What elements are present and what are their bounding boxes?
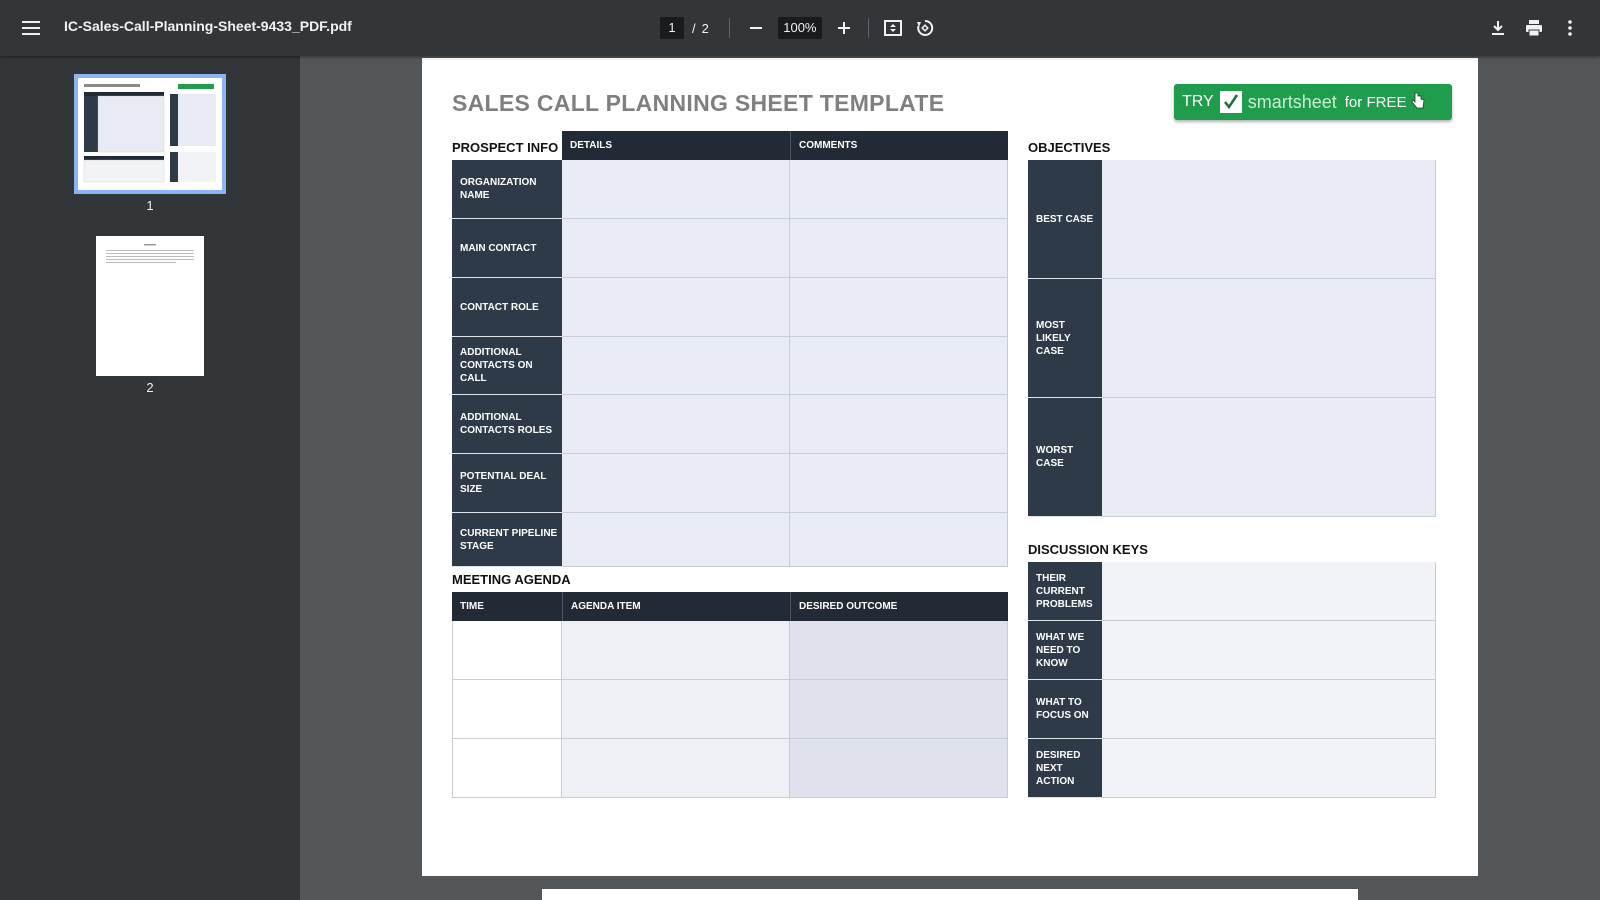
objectives-label: OBJECTIVES [1028,140,1111,155]
objective-row-label: BEST CASE [1028,160,1102,279]
prospect-row-label: ADDITIONAL CONTACTS ON CALL [452,337,562,395]
menu-icon[interactable] [18,16,44,40]
prospect-info-label: PROSPECT INFO [452,140,559,155]
details-cell[interactable] [562,513,790,567]
details-cell[interactable] [562,454,790,513]
thumbnail-label-1: 1 [146,198,154,213]
discussion-row-label: WHAT WE NEED TO KNOW [1028,621,1102,680]
comments-cell[interactable] [790,454,1008,513]
comments-cell[interactable] [790,219,1008,278]
page-thumbnail-1[interactable] [74,74,226,194]
discussion-row-label: DESIRED NEXT ACTION [1028,739,1102,798]
minus-icon[interactable] [744,16,768,40]
toolbar-actions [1486,16,1582,40]
page-separator: / [692,20,696,36]
discussion-cell[interactable] [1102,621,1436,680]
document-title: SALES CALL PLANNING SHEET TEMPLATE [452,90,945,116]
smartsheet-promo-button[interactable]: TRY smartsheet for FREE [1174,84,1452,120]
details-cell[interactable] [562,219,790,278]
pdf-page-2 [542,889,1358,900]
plus-icon[interactable] [832,16,856,40]
page-controls: 1 / 2 100% [660,16,937,40]
meeting-agenda-label: MEETING AGENDA [452,572,571,587]
fit-to-page-icon[interactable] [881,16,905,40]
more-vert-icon[interactable] [1558,16,1582,40]
agenda-outcome-cell[interactable] [790,621,1008,680]
cursor-hand-icon [1410,91,1426,114]
comments-cell[interactable] [790,513,1008,567]
agenda-time-cell[interactable] [452,621,562,680]
print-icon[interactable] [1522,16,1546,40]
prospect-row-label: POTENTIAL DEAL SIZE [452,454,562,513]
discussion-row-label: WHAT TO FOCUS ON [1028,680,1102,739]
objective-row-label: WORST CASE [1028,398,1102,517]
agenda-outcome-cell[interactable] [790,739,1008,798]
discussion-cell[interactable] [1102,562,1436,621]
time-header: TIME [452,592,562,621]
comments-header: COMMENTS [790,131,1008,160]
discussion-row-label: THEIR CURRENT PROBLEMS [1028,562,1102,621]
objective-cell[interactable] [1102,398,1436,517]
desired-outcome-header: DESIRED OUTCOME [790,592,1008,621]
page-total: 2 [701,20,709,36]
thumbnail-label-2: 2 [146,380,154,395]
comments-cell[interactable] [790,278,1008,337]
objective-cell[interactable] [1102,160,1436,279]
details-cell[interactable] [562,278,790,337]
discussion-cell[interactable] [1102,680,1436,739]
page-number-input[interactable]: 1 [660,17,684,39]
pdf-page-1: SALES CALL PLANNING SHEET TEMPLATE TRY s… [422,58,1478,876]
agenda-item-cell[interactable] [562,621,790,680]
pdf-toolbar: IC-Sales-Call-Planning-Sheet-9433_PDF.pd… [0,0,1600,56]
promo-brand-text: smartsheet [1247,91,1337,112]
comments-cell[interactable] [790,160,1008,219]
comments-cell[interactable] [790,395,1008,454]
rotate-icon[interactable] [913,16,937,40]
check-icon [1219,91,1242,113]
prospect-row-label: CURRENT PIPELINE STAGE [452,513,562,567]
objective-row-label: MOST LIKELY CASE [1028,279,1102,398]
file-name: IC-Sales-Call-Planning-Sheet-9433_PDF.pd… [64,18,352,34]
zoom-level-input[interactable]: 100% [777,17,822,39]
details-cell[interactable] [562,337,790,395]
discussion-cell[interactable] [1102,739,1436,798]
prospect-row-label: MAIN CONTACT [452,219,562,278]
agenda-item-header: AGENDA ITEM [562,592,790,621]
objective-cell[interactable] [1102,279,1436,398]
agenda-item-cell[interactable] [562,680,790,739]
promo-try-text: TRY [1182,93,1214,110]
download-icon[interactable] [1486,16,1510,40]
page-thumbnail-2[interactable] [96,236,204,376]
details-cell[interactable] [562,395,790,454]
toolbar-divider [728,18,730,38]
agenda-time-cell[interactable] [452,680,562,739]
details-cell[interactable] [562,160,790,219]
prospect-row-label: ORGANIZATION NAME [452,160,562,219]
thumbnail-sidebar: 1 2 [0,56,300,900]
prospect-row-label: CONTACT ROLE [452,278,562,337]
toolbar-divider [867,18,869,38]
agenda-outcome-cell[interactable] [790,680,1008,739]
comments-cell[interactable] [790,337,1008,395]
discussion-keys-label: DISCUSSION KEYS [1028,542,1148,557]
agenda-item-cell[interactable] [562,739,790,798]
agenda-time-cell[interactable] [452,739,562,798]
prospect-row-label: ADDITIONAL CONTACTS ROLES [452,395,562,454]
promo-free-text: for FREE [1344,93,1407,111]
details-header: DETAILS [562,131,790,160]
